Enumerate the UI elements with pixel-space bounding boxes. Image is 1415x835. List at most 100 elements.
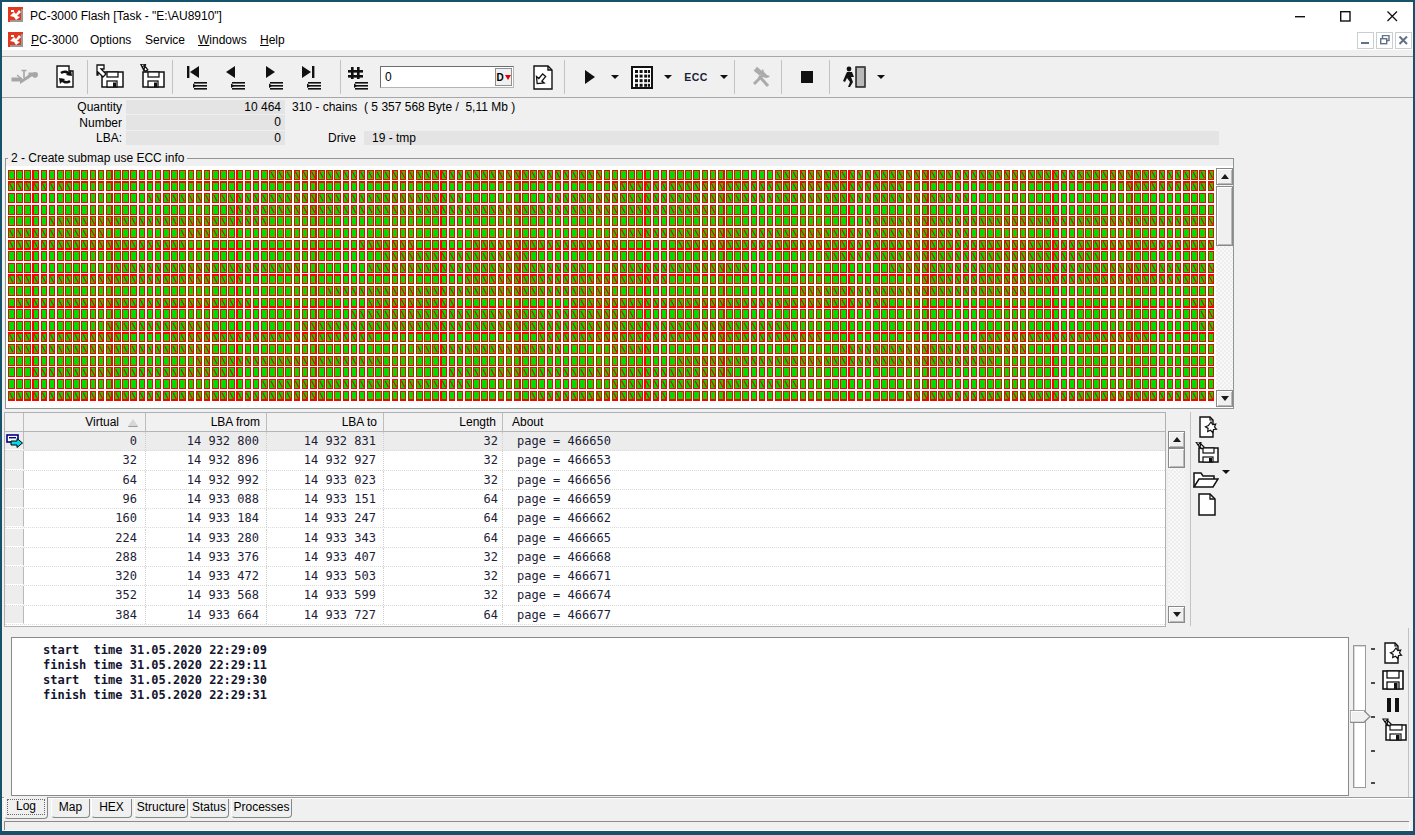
tools-icon [750,66,774,88]
table-row[interactable]: 35214 933 56814 933 59932page = 466674 [5,586,1165,605]
table-row[interactable]: 28814 933 37614 933 40732page = 466668 [5,548,1165,567]
next-record-button[interactable] [257,64,288,90]
export-log-button[interactable] [1379,718,1407,742]
map-scroll-down-button[interactable] [1216,390,1233,407]
row-selector[interactable] [5,606,24,624]
exit-button[interactable] [840,64,870,90]
ecc-dropdown[interactable] [715,64,733,90]
row-selector[interactable] [5,529,24,547]
menu-service[interactable]: Service [145,30,185,50]
goto-number-button[interactable] [345,64,373,90]
tab-map[interactable]: Map [51,799,90,818]
menu-windows[interactable]: Windows [198,30,247,50]
table-row[interactable]: 6414 932 99214 933 02332page = 466656 [5,471,1165,490]
table-save-button[interactable] [1194,441,1220,465]
blank-page-button[interactable] [1196,492,1218,516]
run-dropdown[interactable] [606,64,624,90]
open-folder-dropdown[interactable] [1222,474,1230,488]
cell-about: page = 466662 [503,509,1165,527]
cell-lba-to: 14 933 023 [267,471,384,489]
table-row[interactable]: 3214 932 89614 932 92732page = 466653 [5,451,1165,470]
map-panel[interactable] [6,166,1233,408]
last-record-button[interactable] [295,64,326,90]
ecc-mode-button[interactable]: ECC [681,64,711,90]
open-folder-button[interactable] [1193,468,1219,490]
d-button[interactable]: D [495,68,512,86]
table-row[interactable]: 32014 933 47214 933 50332page = 466671 [5,567,1165,586]
maximize-button[interactable] [1323,2,1368,30]
first-record-button[interactable] [181,64,212,90]
pause-log-button[interactable] [1383,697,1403,713]
table-scroll-down-button[interactable] [1168,606,1185,623]
grid-mode-button[interactable] [629,64,655,90]
close-button[interactable] [1370,2,1415,30]
stop-button[interactable] [796,64,818,90]
column-header-about[interactable]: About [503,413,1165,431]
menu-pc-3000[interactable]: PC-3000 [31,30,78,50]
table-row[interactable]: 9614 933 08814 933 15164page = 466659 [5,490,1165,509]
log-panel[interactable]: start time 31.05.2020 22:29:09finish tim… [11,637,1349,796]
tab-structure[interactable]: Structure [134,799,188,818]
refresh-task-button[interactable] [51,64,81,90]
tab-log[interactable]: Log [4,797,48,819]
row-selector[interactable] [5,432,24,450]
log-line: start time 31.05.2020 22:29:09 [43,643,1348,658]
column-header-lba-from[interactable]: LBA from [146,413,267,431]
map-scroll-thumb[interactable] [1216,186,1233,246]
mdi-restore-button[interactable] [1376,32,1393,49]
apply-page-button[interactable] [525,64,557,90]
last-record-icon [296,64,325,90]
save-log-button[interactable] [1381,669,1405,691]
minimize-button[interactable] [1278,2,1323,30]
exit-dropdown[interactable] [872,64,890,90]
column-header-lba-to[interactable]: LBA to [267,413,384,431]
tab-hex[interactable]: HEX [91,799,132,818]
table-scrollbar[interactable] [1168,431,1185,623]
map-scroll-up-button[interactable] [1216,168,1233,185]
column-header-length[interactable]: Length [384,413,503,431]
table-row[interactable]: 22414 933 28014 933 34364page = 466665 [5,529,1165,548]
new-log-button[interactable] [1380,641,1404,665]
chains-table[interactable]: VirtualLBA fromLBA toLengthAbout 014 932… [4,412,1166,627]
exit-icon [842,65,868,89]
mdi-minimize-button[interactable] [1357,32,1374,49]
toolbar-separator [829,60,830,94]
table-row[interactable]: 38414 933 66414 933 72764page = 466677 [5,606,1165,625]
app-menu-icon [8,32,24,48]
title-bar[interactable]: PC-3000 Flash [Task - "E:\AU8910"] [2,2,1413,30]
cell-virtual: 288 [24,548,146,566]
tab-processes[interactable]: Processes [231,799,292,818]
row-selector[interactable] [5,490,24,508]
new-task-button[interactable] [1195,415,1219,439]
log-slider-thumb[interactable] [1350,710,1371,723]
cell-lba-from: 14 933 280 [146,529,267,547]
table-scroll-thumb[interactable] [1168,448,1185,468]
tools-button[interactable] [748,64,776,90]
column-header-virtual[interactable]: Virtual [24,413,146,431]
row-selector[interactable] [5,567,24,585]
save-floppy-button[interactable] [135,64,167,90]
arrow-down-icon [1173,612,1181,617]
load-floppy-button[interactable] [94,64,126,90]
row-selector[interactable] [5,548,24,566]
row-selector[interactable] [5,471,24,489]
menu-options[interactable]: Options [90,30,131,50]
table-row[interactable]: 014 932 80014 932 83132page = 466650 [5,432,1165,451]
run-button[interactable] [577,64,603,90]
goto-input[interactable] [381,68,495,86]
quantity-field: 10 464 [126,100,285,115]
new-log-icon [1381,642,1403,664]
tab-status[interactable]: Status [189,799,229,818]
row-selector[interactable] [5,451,24,469]
prev-record-button[interactable] [219,64,250,90]
table-row[interactable]: 16014 933 18414 933 24764page = 466662 [5,509,1165,528]
resource-button[interactable] [10,64,39,90]
map-scrollbar[interactable] [1216,168,1233,407]
menu-help[interactable]: Help [260,30,285,50]
table-scroll-up-button[interactable] [1168,431,1185,448]
sort-asc-icon [128,419,138,426]
row-selector[interactable] [5,509,24,527]
grid-mode-dropdown[interactable] [659,64,677,90]
mdi-close-button[interactable] [1395,32,1412,49]
row-selector[interactable] [5,586,24,604]
